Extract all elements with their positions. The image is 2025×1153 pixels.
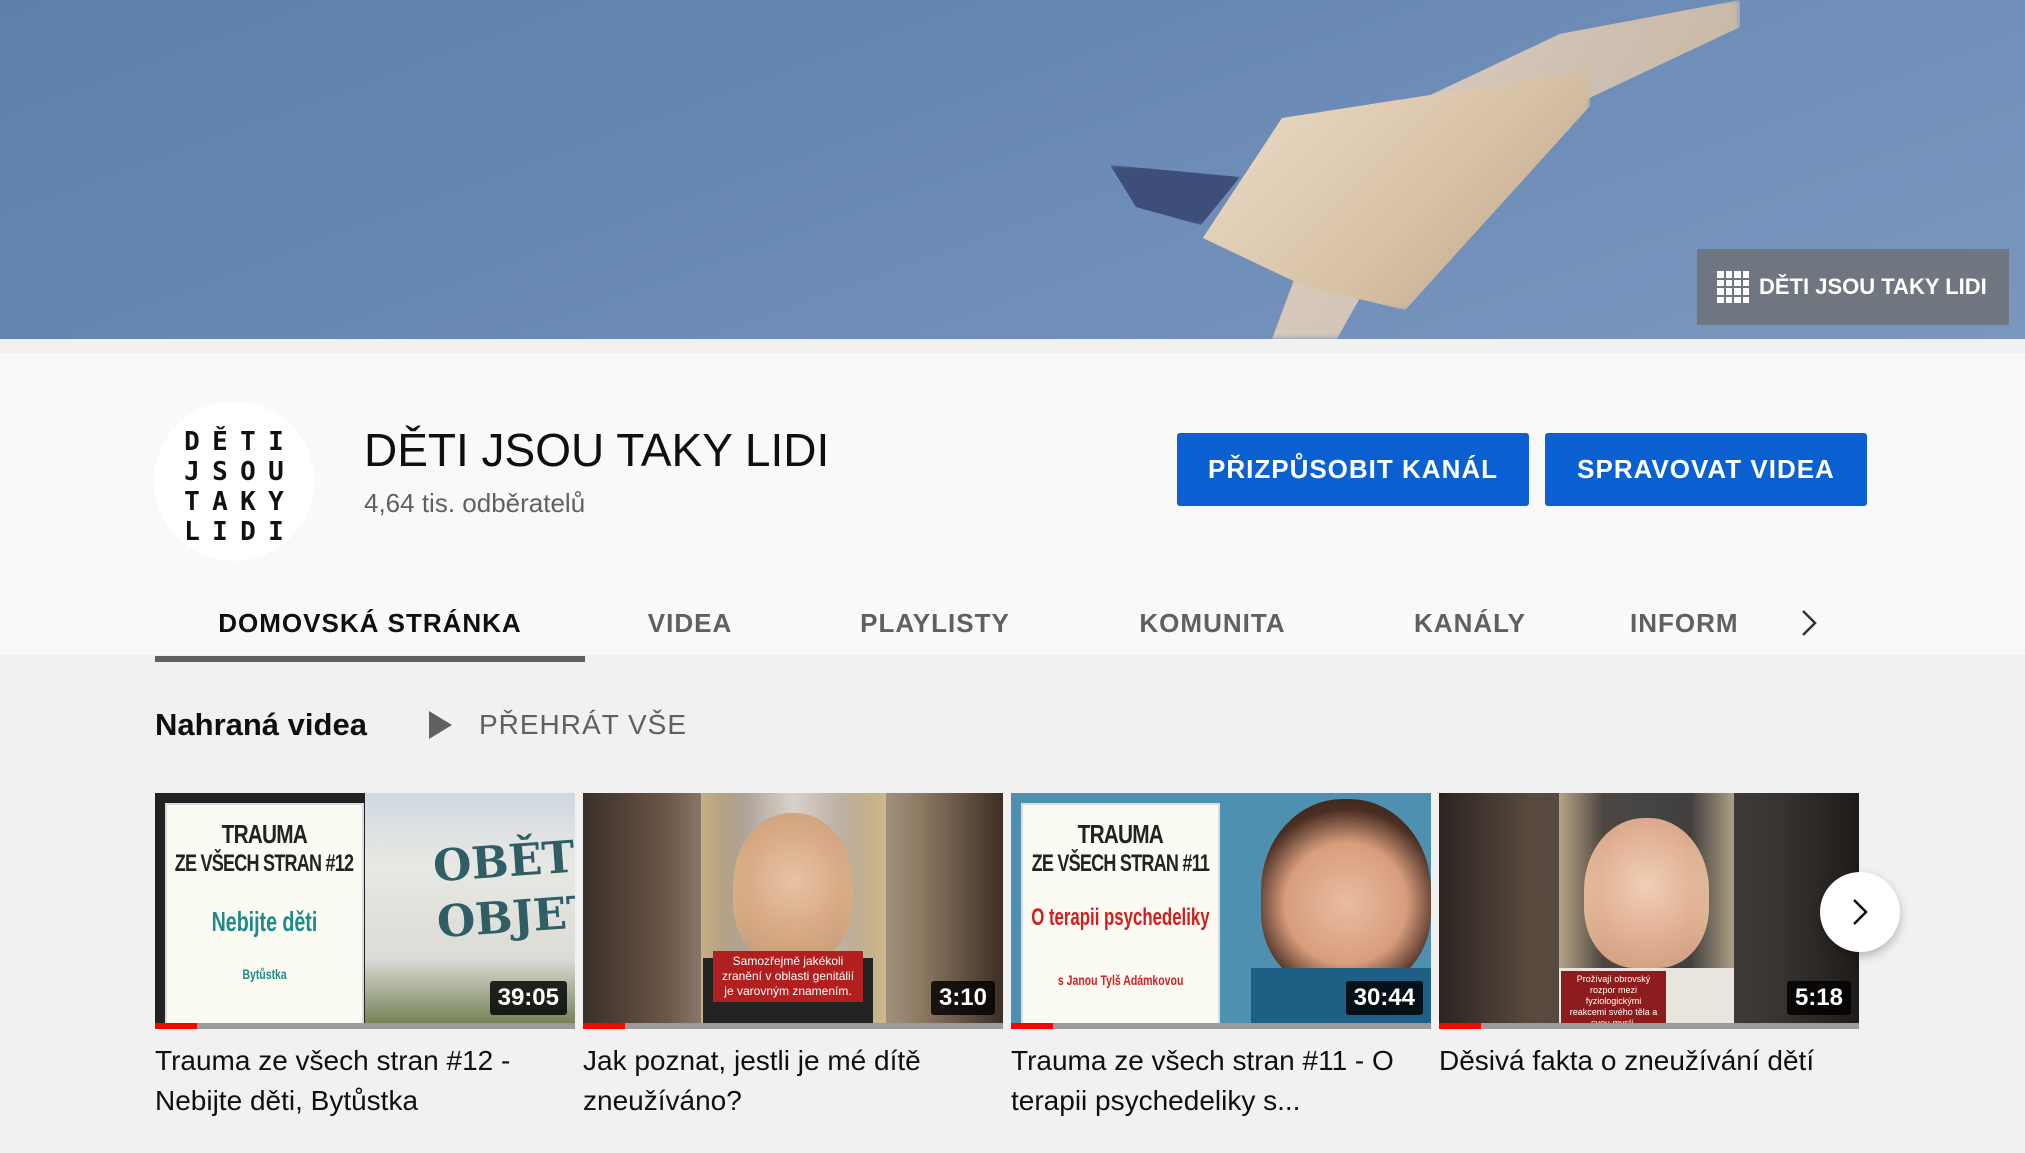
- avatar-letter: T: [184, 487, 200, 517]
- chevron-right-icon: [1853, 899, 1868, 925]
- grid-icon: [1717, 271, 1749, 303]
- avatar-letter: J: [184, 457, 200, 487]
- watch-progress-bar: [1011, 1023, 1431, 1029]
- video-card[interactable]: Samozřejmě jakékoli zranění v oblasti ge…: [583, 793, 1003, 1153]
- watch-progress-bar: [155, 1023, 575, 1029]
- shelf-next-button[interactable]: [1820, 872, 1900, 952]
- video-title[interactable]: Trauma ze všech stran #12 - Nebijte děti…: [155, 1041, 555, 1121]
- video-shelf: OBĚTI OBJETÍ TRAUMA ZE VŠECH STRAN #12 N…: [155, 793, 1860, 1153]
- avatar-letter: I: [268, 427, 284, 457]
- video-thumbnail[interactable]: Samozřejmě jakékoli zranění v oblasti ge…: [583, 793, 1003, 1029]
- play-all-button[interactable]: PŘEHRÁT VŠE: [427, 709, 687, 741]
- channel-header: D Ě T I J S O U T A K Y L I D I DĚTI JSO…: [0, 339, 2025, 662]
- video-thumbnail[interactable]: TRAUMA ZE VŠECH STRAN #11 O terapii psyc…: [1011, 793, 1431, 1029]
- uploads-section-header: Nahraná videa PŘEHRÁT VŠE: [155, 698, 687, 752]
- channel-tabs: DOMOVSKÁ STRÁNKA VIDEA PLAYLISTY KOMUNIT…: [155, 584, 1870, 662]
- subscriber-count: 4,64 tis. odběratelů: [364, 488, 586, 518]
- video-title[interactable]: Děsivá fakta o zneužívání dětí: [1439, 1041, 1839, 1081]
- video-duration: 30:44: [1345, 981, 1423, 1015]
- banner-channel-link[interactable]: DĚTI JSOU TAKY LIDI: [1697, 249, 2009, 325]
- avatar-letter: D: [184, 427, 200, 457]
- watch-progress-bar: [583, 1023, 1003, 1029]
- avatar-letter: Y: [268, 487, 284, 517]
- avatar-letter: I: [268, 517, 284, 547]
- video-title[interactable]: Jak poznat, jestli je mé dítě zneužíváno…: [583, 1041, 983, 1121]
- banner-link-label: DĚTI JSOU TAKY LIDI: [1759, 274, 1987, 299]
- avatar-letter: O: [240, 457, 256, 487]
- customize-channel-button[interactable]: PŘIZPŮSOBIT KANÁL: [1177, 433, 1529, 506]
- avatar-letter: Ě: [212, 427, 228, 457]
- thumbnail-wall-graffiti: OBĚTI OBJETÍ: [431, 830, 575, 949]
- video-duration: 3:10: [930, 981, 995, 1015]
- watch-progress-bar: [1439, 1023, 1859, 1029]
- tab-about[interactable]: INFORM: [1630, 584, 1739, 662]
- video-duration: 39:05: [489, 981, 567, 1015]
- video-thumbnail[interactable]: OBĚTI OBJETÍ TRAUMA ZE VŠECH STRAN #12 N…: [155, 793, 575, 1029]
- avatar-letter: S: [212, 457, 228, 487]
- video-card[interactable]: Prožívají obrovský rozpor mezi fyziologi…: [1439, 793, 1859, 1153]
- video-card[interactable]: OBĚTI OBJETÍ TRAUMA ZE VŠECH STRAN #12 N…: [155, 793, 575, 1153]
- play-icon: [428, 711, 452, 739]
- video-duration: 5:18: [1786, 981, 1851, 1015]
- tab-videos[interactable]: VIDEA: [585, 584, 795, 662]
- tab-about-clip: INFORM: [1630, 584, 1750, 662]
- video-title[interactable]: Trauma ze všech stran #11 - O terapii ps…: [1011, 1041, 1411, 1121]
- chevron-right-icon: [1802, 610, 1817, 636]
- section-title: Nahraná videa: [155, 707, 367, 742]
- avatar-letter: T: [240, 427, 256, 457]
- thumbnail-title-card: TRAUMA ZE VŠECH STRAN #12 Nebijte děti B…: [167, 805, 362, 1025]
- tabs-scroll-right-button[interactable]: [1790, 584, 1830, 662]
- tab-channels[interactable]: KANÁLY: [1350, 584, 1590, 662]
- channel-banner: DĚTI JSOU TAKY LIDI: [0, 0, 2025, 339]
- tab-community[interactable]: KOMUNITA: [1075, 584, 1350, 662]
- avatar-letter: L: [184, 517, 200, 547]
- avatar-letter: A: [212, 487, 228, 517]
- thumbnail-caption: Samozřejmě jakékoli zranění v oblasti ge…: [713, 951, 863, 1002]
- thumbnail-title-card: TRAUMA ZE VŠECH STRAN #11 O terapii psyc…: [1023, 805, 1218, 1025]
- channel-avatar[interactable]: D Ě T I J S O U T A K Y L I D I: [154, 401, 314, 561]
- tab-home[interactable]: DOMOVSKÁ STRÁNKA: [155, 584, 585, 662]
- avatar-letter: D: [240, 517, 256, 547]
- video-thumbnail[interactable]: Prožívají obrovský rozpor mezi fyziologi…: [1439, 793, 1859, 1029]
- manage-videos-button[interactable]: SPRAVOVAT VIDEA: [1545, 433, 1867, 506]
- thumbnail-person-face: [1261, 799, 1431, 989]
- play-all-label: PŘEHRÁT VŠE: [478, 709, 688, 740]
- avatar-letter: U: [268, 457, 284, 487]
- thumbnail-caption: Prožívají obrovský rozpor mezi fyziologi…: [1561, 971, 1666, 1029]
- channel-title: DĚTI JSOU TAKY LIDI: [364, 424, 830, 476]
- avatar-letter: I: [212, 517, 228, 547]
- video-card[interactable]: TRAUMA ZE VŠECH STRAN #11 O terapii psyc…: [1011, 793, 1431, 1153]
- avatar-letter: K: [240, 487, 256, 517]
- tab-playlists[interactable]: PLAYLISTY: [795, 584, 1075, 662]
